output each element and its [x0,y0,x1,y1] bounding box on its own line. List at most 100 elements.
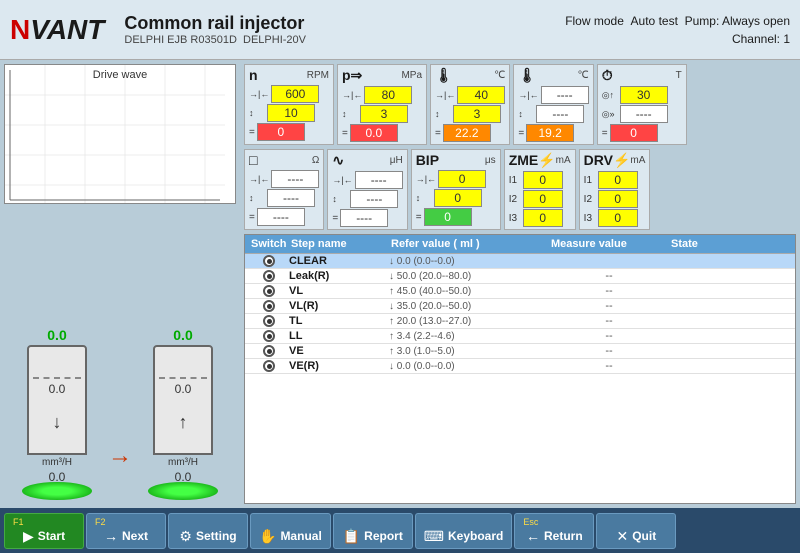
ctrl-timer-input-3[interactable] [610,124,658,142]
ctrl-bip-input-1[interactable] [438,170,486,188]
ctrl-temp2-arrow-1: →|← [518,90,538,100]
table-row[interactable]: LL ↑ 3.4 (2.2--4.6) -- [245,329,795,344]
ctrl-inductance: ∿ μH →|← ↕ = [327,149,407,230]
ctrl-temp1-input-3[interactable] [443,124,491,142]
report-button[interactable]: 📋 Report [333,513,413,549]
ctrl-drv-unit: mA [630,155,645,166]
ctrl-temp2-input-3[interactable] [526,124,574,142]
row-0-name: CLEAR [289,255,389,267]
row-3-switch[interactable] [249,300,289,312]
ctrl-zme-input-3[interactable] [523,209,563,227]
ctrl-zme: ZME⚡ mA I1 I2 I3 [504,149,576,230]
row-1-switch[interactable] [249,270,289,282]
ctrl-n-input-2[interactable] [267,104,315,122]
col-measure: Measure value [549,237,669,251]
ctrl-p-input-1[interactable] [364,86,412,104]
ctrl-drv-label-2: I2 [584,194,596,205]
next-icon: → [104,528,118,544]
ctrl-inductance-input-2[interactable] [350,190,398,208]
row-2-switch[interactable] [249,285,289,297]
row-7-switch[interactable] [249,360,289,372]
table-row[interactable]: TL ↑ 20.0 (13.0--27.0) -- [245,314,795,329]
ctrl-timer-input-1[interactable] [620,86,668,104]
ctrl-temp1-field-2: ↕ [435,105,505,123]
ctrl-n-symbol: n [249,67,258,83]
table-row[interactable]: VL(R) ↓ 35.0 (20.0--50.0) -- [245,299,795,314]
quit-button[interactable]: ✕ Quit [596,513,676,549]
manual-button[interactable]: ✋ Manual [250,513,331,549]
ctrl-zme-row-2: I2 [509,190,571,208]
ctrl-zme-input-2[interactable] [523,190,563,208]
ctrl-timer-field-1: ◎↑ [602,86,682,104]
report-key-label [342,517,404,527]
ctrl-resistance-field-3: = [249,208,319,226]
radio-btn[interactable] [263,270,275,282]
cylinder-2-base [148,482,218,500]
cylinder-2-top-value: 0.0 [173,327,192,343]
table-row[interactable]: Leak(R) ↓ 50.0 (20.0--80.0) -- [245,269,795,284]
ctrl-resistance-input-3[interactable] [257,208,305,226]
keyboard-button[interactable]: ⌨ Keyboard [415,513,513,549]
ctrl-n-input-1[interactable] [271,85,319,103]
ctrl-p-eq: = [342,128,348,139]
return-key-label: Esc [523,517,585,527]
quit-icon: ✕ [616,528,628,545]
cylinder-2-dashes [159,377,207,379]
ctrl-temp2-input-1[interactable] [541,86,589,104]
table-row[interactable]: VE ↑ 3.0 (1.0--5.0) -- [245,344,795,359]
ctrl-inductance-input-1[interactable] [355,171,403,189]
ctrl-drv-input-1[interactable] [598,171,638,189]
keyboard-btn-content: ⌨ Keyboard [424,528,504,545]
radio-btn[interactable] [263,285,275,297]
ctrl-temp2-input-2[interactable] [536,105,584,123]
radio-btn[interactable] [263,360,275,372]
ctrl-p-unit: MPa [401,70,422,81]
ctrl-p-input-3[interactable] [350,124,398,142]
table-row[interactable]: VE(R) ↓ 0.0 (0.0--0.0) -- [245,359,795,374]
quit-btn-content: ✕ Quit [616,528,656,545]
ctrl-zme-input-1[interactable] [523,171,563,189]
ctrl-n-input-3[interactable] [257,123,305,141]
row-5-switch[interactable] [249,330,289,342]
ctrl-drv-row-1: I1 [584,171,646,189]
radio-btn[interactable] [263,255,275,267]
ctrl-resistance-input-2[interactable] [267,189,315,207]
ctrl-bip-input-3[interactable] [424,208,472,226]
ctrl-temp1-input-2[interactable] [453,105,501,123]
row-4-switch[interactable] [249,315,289,327]
radio-btn[interactable] [263,300,275,312]
ctrl-drv-input-3[interactable] [598,209,638,227]
table-row[interactable]: VL ↑ 45.0 (40.0--50.0) -- [245,284,795,299]
ctrl-resistance-input-1[interactable] [271,170,319,188]
ctrl-inductance-input-3[interactable] [340,209,388,227]
control-row-1: n RPM →|← ↕ = p⇒ [244,64,796,145]
return-button[interactable]: Esc ← Return [514,513,594,549]
ctrl-drv-input-2[interactable] [598,190,638,208]
ctrl-temp1-field-3: = [435,124,505,142]
row-6-switch[interactable] [249,345,289,357]
table-header: Switch Step name Refer value ( ml ) Meas… [245,235,795,254]
row-1-name: Leak(R) [289,270,389,282]
ctrl-timer: ⏱ T ◎↑ ◎» = [597,64,687,145]
ctrl-resistance-eq: = [249,212,255,223]
radio-btn[interactable] [263,345,275,357]
radio-btn[interactable] [263,330,275,342]
radio-btn[interactable] [263,315,275,327]
ctrl-bip-input-2[interactable] [434,189,482,207]
table-row[interactable]: CLEAR ↓ 0.0 (0.0--0.0) [245,254,795,269]
cylinder-1-body: 0.0 ↓ [27,345,87,455]
ctrl-temp1-input-1[interactable] [457,86,505,104]
ctrl-timer-input-2[interactable] [620,105,668,123]
ctrl-bip-field-1: →|← [416,170,496,188]
ctrl-inductance-symbol: ∿ [332,152,344,169]
keyboard-key-label [424,517,504,527]
setting-button[interactable]: ⚙ Setting [168,513,248,549]
ctrl-bip-arrow-1: →|← [416,174,436,184]
ctrl-zme-row-3: I3 [509,209,571,227]
start-btn-content: ▶ Start [23,528,65,545]
row-0-switch[interactable] [249,255,289,267]
next-button[interactable]: F2 → Next [86,513,166,549]
quit-label: Quit [632,529,656,543]
start-button[interactable]: F1 ▶ Start [4,513,84,549]
ctrl-p-input-2[interactable] [360,105,408,123]
